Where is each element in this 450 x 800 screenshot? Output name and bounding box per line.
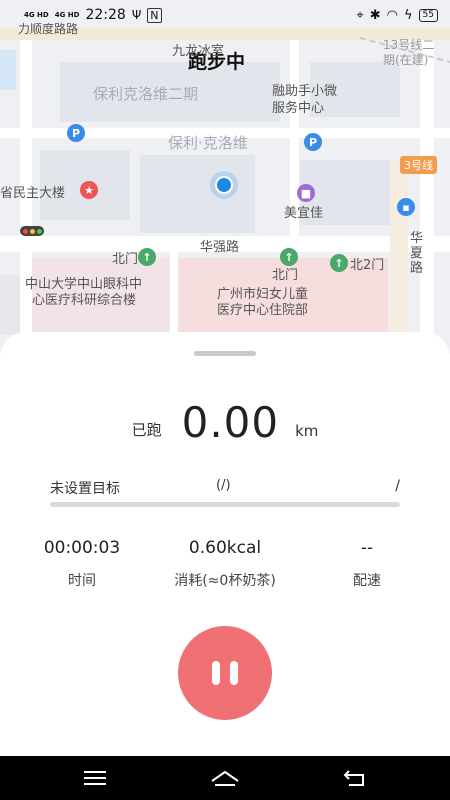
map-label: 期(在建) (383, 53, 429, 67)
distance-value: 0.00 (181, 398, 280, 447)
pause-icon (212, 661, 220, 685)
bluetooth-icon: ✱ (369, 7, 381, 23)
charging-icon: ϟ (403, 7, 413, 23)
clock: 22:28 (85, 7, 126, 23)
calorie-value: 0.60kcal (188, 538, 262, 558)
distance-unit: km (295, 422, 319, 440)
map-label: 北门 (272, 268, 299, 283)
parking-icon: P (67, 124, 85, 142)
goal-slash: / (395, 478, 400, 494)
home-button[interactable] (205, 763, 245, 793)
stat-pace: -- 配速 (302, 538, 432, 590)
notification-icon: N (147, 7, 162, 23)
system-nav-bar (0, 756, 450, 800)
usb-icon: Ψ (131, 8, 142, 22)
back-button[interactable] (335, 763, 375, 793)
menu-button[interactable] (75, 763, 115, 793)
running-screen: 跑步中 力顺度路路 九龙冰室 保利克洛维二期 融助手小微 服务中心 13号线二 … (0, 0, 450, 800)
map-label: 九龙冰室 (172, 44, 225, 59)
parking-icon: P (304, 133, 322, 151)
distance-display: 已跑 0.00 km (0, 398, 450, 447)
pace-label: 配速 (353, 573, 381, 589)
map-label: 服务中心 (272, 101, 325, 116)
traffic-light-icon (20, 226, 44, 236)
back-icon (343, 770, 364, 786)
wifi-icon: ◠ (386, 7, 398, 23)
stat-time: 00:00:03 时间 (17, 538, 147, 590)
menu-icon (84, 771, 106, 785)
location-icon: ⌖ (356, 7, 364, 23)
battery-icon: 55 (418, 8, 438, 22)
pace-value: -- (360, 538, 374, 558)
map-label: 美宜佳 (284, 206, 324, 221)
status-bar: 4G HD 4G HD 22:28 Ψ N ⌖ ✱ ◠ ϟ 55 (0, 0, 450, 30)
map-label: 心医疗科研综合楼 (32, 293, 137, 308)
goal-row[interactable]: 未设置目标 (/) / (50, 478, 402, 498)
pause-button[interactable] (178, 626, 272, 720)
calorie-label: 消耗(≈0杯奶茶) (174, 573, 276, 589)
building-marker-icon: ★ (80, 181, 98, 199)
map-label: 路 (410, 261, 424, 276)
gate-marker-icon: ↑ (330, 254, 348, 272)
network-indicator: 4G HD (54, 10, 80, 19)
drag-handle[interactable] (194, 351, 256, 356)
map-label: 北2门 (350, 258, 385, 273)
pause-icon (230, 661, 238, 685)
map-label: 华强路 (200, 240, 240, 255)
goal-progress-text: (/) (216, 478, 231, 493)
current-location-icon (215, 176, 233, 194)
gate-marker-icon: ↑ (280, 248, 298, 266)
map-label: 保利·克洛维 (168, 134, 248, 152)
map-label: 省民主大楼 (0, 186, 66, 201)
run-info-panel: 已跑 0.00 km 未设置目标 (/) / 00:00:03 时间 0.60k… (0, 332, 450, 756)
metro-line-badge: 3号线 (400, 156, 437, 174)
time-value: 00:00:03 (43, 538, 121, 558)
distance-prefix: 已跑 (131, 421, 162, 439)
network-indicator: 4G HD (24, 10, 49, 19)
map-label: 保利克洛维二期 (93, 85, 199, 103)
goal-label: 未设置目标 (50, 481, 120, 497)
gate-marker-icon: ↑ (138, 248, 156, 266)
run-stats: 00:00:03 时间 0.60kcal 消耗(≈0杯奶茶) -- 配速 (0, 538, 450, 598)
map-label: 医疗中心住院部 (217, 303, 309, 318)
shop-marker-icon: ■ (297, 184, 315, 202)
stat-calories: 0.60kcal 消耗(≈0杯奶茶) (160, 538, 290, 590)
goal-progress-bar (50, 502, 400, 507)
time-label: 时间 (68, 573, 96, 589)
map-label: 北门 (112, 252, 139, 267)
bus-stop-icon: ▪ (397, 198, 415, 216)
map-view[interactable]: 跑步中 力顺度路路 九龙冰室 保利克洛维二期 融助手小微 服务中心 13号线二 … (0, 0, 450, 360)
home-icon (211, 770, 239, 786)
